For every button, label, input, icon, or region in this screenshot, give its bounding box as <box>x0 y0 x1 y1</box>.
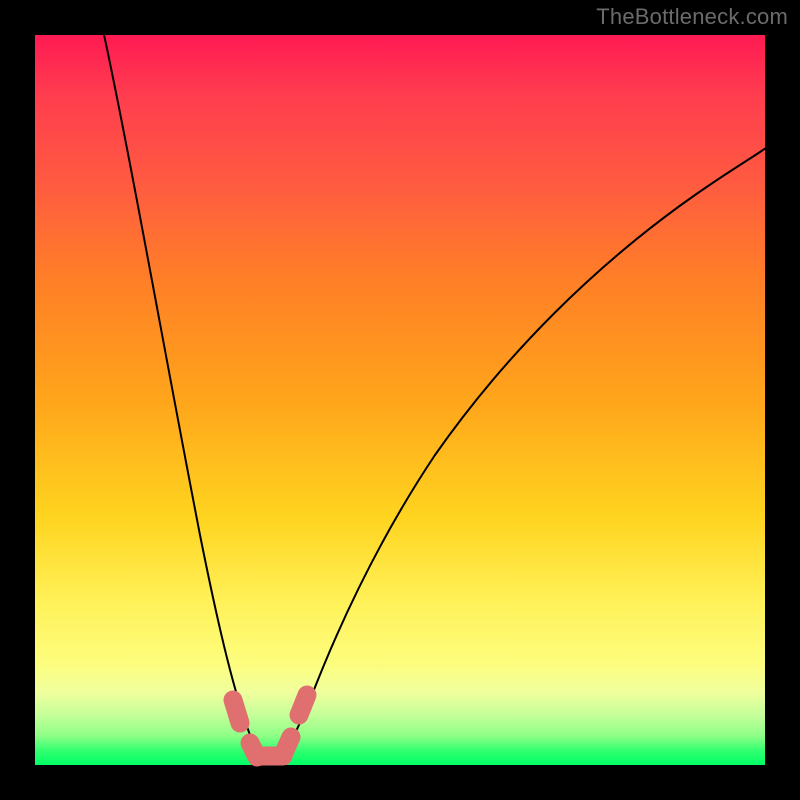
attribution-watermark: TheBottleneck.com <box>596 4 788 30</box>
pink-marker-trough-c <box>283 737 291 755</box>
left-curve <box>103 30 267 763</box>
pink-marker-right <box>299 695 307 715</box>
plot-area <box>35 35 765 765</box>
right-curve <box>277 145 770 763</box>
chart-frame: TheBottleneck.com <box>0 0 800 800</box>
pink-marker-left <box>233 700 240 723</box>
curve-layer <box>35 35 765 765</box>
